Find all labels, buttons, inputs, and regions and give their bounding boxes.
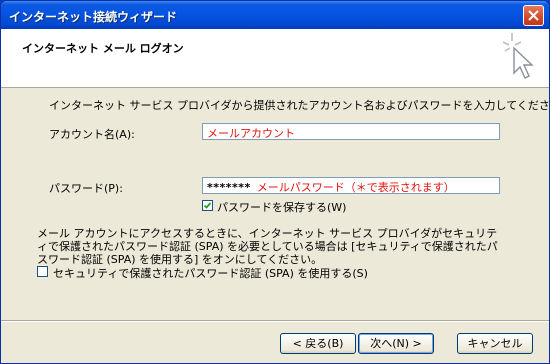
page-title: インターネット メール ログオン xyxy=(22,42,184,55)
spa-checkbox[interactable] xyxy=(37,266,48,277)
password-input[interactable]: ******* メールパスワード（＊で表示されます） xyxy=(202,177,500,194)
wizard-cursor-icon xyxy=(502,33,534,79)
wizard-header: インターネット メール ログオン xyxy=(1,29,549,88)
remember-password-checkbox[interactable] xyxy=(202,200,213,211)
cancel-button[interactable]: キャンセル xyxy=(457,333,533,354)
password-hint: メールパスワード（＊で表示されます） xyxy=(256,181,455,194)
spa-notice: メール アカウントにアクセスするときに、インターネット サービス プロバイダがセ… xyxy=(37,227,498,266)
spa-label[interactable]: セキュリティで保護されたパスワード認証 (SPA) を使用する(S) xyxy=(53,265,368,281)
close-icon xyxy=(528,10,539,21)
remember-password-label[interactable]: パスワードを保存する(W) xyxy=(217,199,346,215)
button-separator xyxy=(1,320,549,322)
close-button[interactable] xyxy=(523,5,544,26)
intro-text: インターネット サービス プロバイダから提供されたアカウント名およびパスワードを… xyxy=(49,99,550,112)
account-label: アカウント名(A): xyxy=(49,128,135,141)
window-title: インターネット接続ウィザード xyxy=(9,10,178,24)
wizard-window: インターネット接続ウィザード インターネット メール ログオン インターネット … xyxy=(0,0,550,364)
password-label: パスワード(P): xyxy=(49,182,123,195)
account-value: メールアカウント xyxy=(207,127,295,140)
account-name-input[interactable]: メールアカウント xyxy=(202,123,500,140)
password-mask: ******* xyxy=(207,181,251,194)
title-bar[interactable]: インターネット接続ウィザード xyxy=(1,1,549,29)
next-button[interactable]: 次へ(N) > xyxy=(358,333,434,354)
checkmark-icon xyxy=(203,202,212,209)
back-button[interactable]: < 戻る(B) xyxy=(280,333,356,354)
